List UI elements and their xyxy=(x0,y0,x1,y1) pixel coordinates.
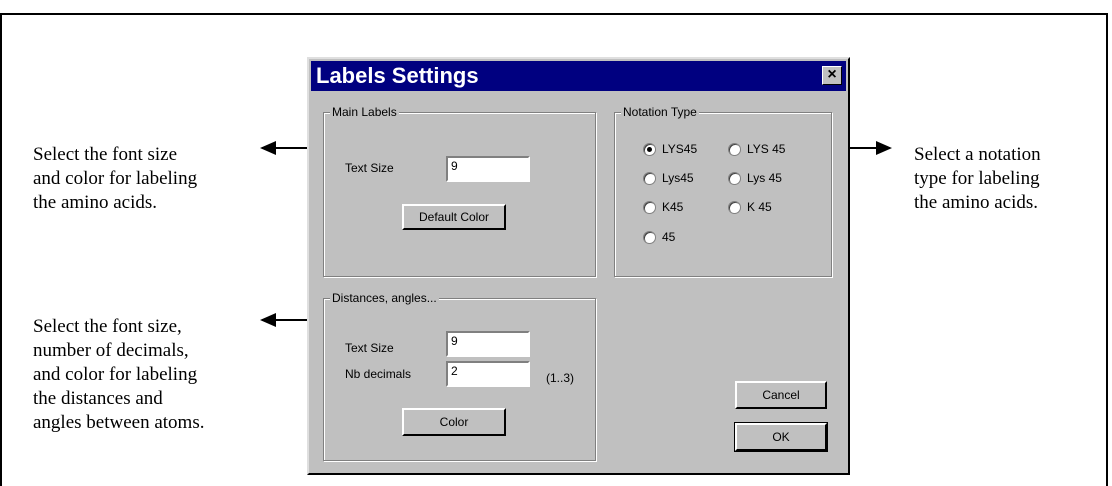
annotation-line: the amino acids. xyxy=(33,192,157,213)
radio-icon xyxy=(728,142,741,156)
decimals-range-hint: (1..3) xyxy=(546,371,575,385)
notation-option-lys-space-45[interactable]: LYS 45 xyxy=(728,141,785,157)
color-button[interactable]: Color xyxy=(402,408,506,436)
radio-label: LYS45 xyxy=(662,142,698,156)
text-size-label: Text Size xyxy=(345,161,394,175)
dialog-title: Labels Settings xyxy=(316,63,479,88)
default-color-button[interactable]: Default Color xyxy=(402,204,506,230)
notation-type-group: Notation Type LYS45 LYS 45 Lys45 Lys 45 … xyxy=(614,104,832,277)
arrow-to-distances xyxy=(260,313,312,327)
annotation-line: Select a notation xyxy=(914,144,1041,165)
main-labels-group: Main Labels Text Size 9 Default Color xyxy=(323,104,596,277)
distances-text-size-input[interactable]: 9 xyxy=(446,331,530,357)
notation-type-legend: Notation Type xyxy=(621,104,699,120)
radio-label: Lys 45 xyxy=(747,171,782,185)
annotation-line: Select the font size xyxy=(33,144,178,165)
radio-label: 45 xyxy=(662,230,676,244)
text-size-label: Text Size xyxy=(345,341,394,355)
notation-option-lys45-mixed[interactable]: Lys45 xyxy=(643,170,694,186)
notation-option-45[interactable]: 45 xyxy=(643,229,675,245)
annotation-line: and color for labeling xyxy=(33,168,198,189)
radio-label: LYS 45 xyxy=(747,142,786,156)
decimals-input[interactable]: 2 xyxy=(446,361,530,387)
radio-selected-icon xyxy=(643,142,656,156)
title-bar[interactable]: Labels Settings × xyxy=(311,61,846,91)
distances-legend: Distances, angles... xyxy=(330,290,439,306)
annotation-distances: Select the font size, number of decimals… xyxy=(33,315,204,435)
radio-icon xyxy=(643,200,656,214)
radio-icon xyxy=(728,171,741,185)
arrow-to-main-labels xyxy=(260,141,312,155)
close-icon[interactable]: × xyxy=(822,66,842,85)
radio-icon xyxy=(728,200,741,214)
radio-icon xyxy=(643,171,656,185)
annotation-line: Select the font size, xyxy=(33,316,182,337)
radio-label: Lys45 xyxy=(662,171,694,185)
annotation-notation: Select a notation type for labeling the … xyxy=(914,143,1041,215)
notation-option-k-space-45[interactable]: K 45 xyxy=(728,199,772,215)
annotation-main-labels: Select the font size and color for label… xyxy=(33,143,197,215)
labels-settings-dialog: Labels Settings × Main Labels Text Size … xyxy=(307,57,850,475)
decimals-label: Nb decimals xyxy=(345,367,412,381)
annotation-line: type for labeling xyxy=(914,168,1040,189)
radio-icon xyxy=(643,230,656,244)
notation-option-lys-space-45-mixed[interactable]: Lys 45 xyxy=(728,170,782,186)
annotation-line: angles between atoms. xyxy=(33,412,205,433)
annotation-line: number of decimals, xyxy=(33,340,189,361)
cancel-button[interactable]: Cancel xyxy=(735,381,827,409)
notation-option-lys45[interactable]: LYS45 xyxy=(643,141,697,157)
annotation-line: the amino acids. xyxy=(914,192,1038,213)
annotation-line: and color for labeling xyxy=(33,364,198,385)
radio-label: K45 xyxy=(662,200,684,214)
annotation-line: the distances and xyxy=(33,388,163,409)
ok-button[interactable]: OK xyxy=(734,422,828,452)
notation-option-k45[interactable]: K45 xyxy=(643,199,683,215)
radio-label: K 45 xyxy=(747,200,772,214)
main-labels-legend: Main Labels xyxy=(330,104,399,120)
main-text-size-input[interactable]: 9 xyxy=(446,156,530,182)
distances-group: Distances, angles... Text Size 9 Nb deci… xyxy=(323,290,596,461)
